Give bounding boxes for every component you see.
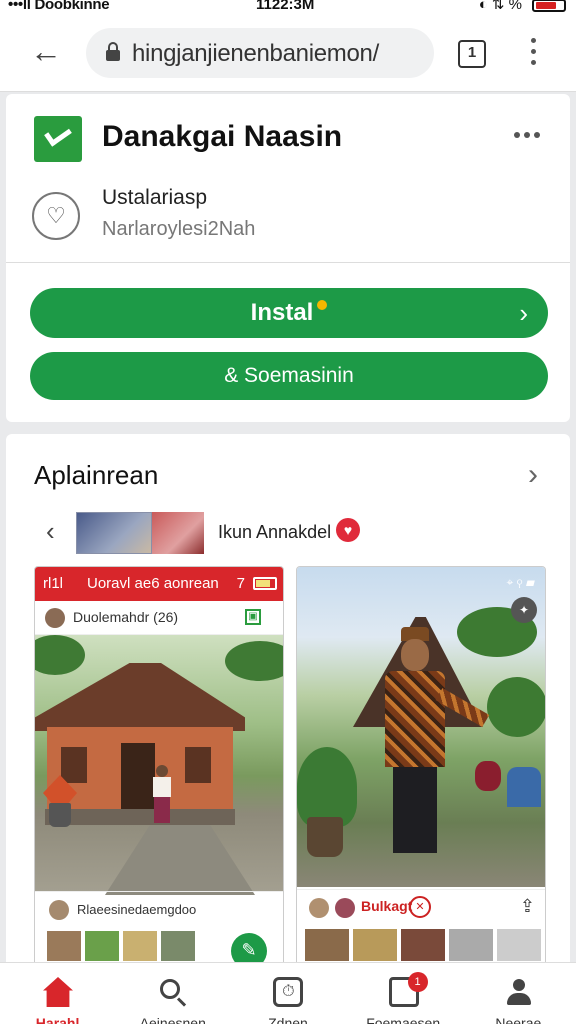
status-bar: •••ll Doobkinne 1122:3M ◐ ⇅ % bbox=[0, 0, 576, 14]
clock-time: 1122:3M bbox=[256, 0, 315, 13]
section-title: Aplainrean bbox=[34, 460, 159, 490]
screenshots-card: Aplainrean › ‹ Ikun Annakdel ♥ rl1l Uora… bbox=[6, 434, 570, 974]
status-indicators: ◐ ⇅ % bbox=[479, 0, 566, 12]
house-photo bbox=[35, 635, 283, 895]
screenshot-2[interactable]: ⌖ ⚲ ▰ ✦ Bulkagt ✕ ⇪ bbox=[296, 566, 546, 974]
tabs-button[interactable]: 1 bbox=[458, 40, 486, 68]
battery-icon bbox=[532, 0, 566, 12]
thumbnail-row bbox=[305, 929, 541, 961]
strip-label: Ikun Annakdel bbox=[218, 522, 332, 542]
badge-icon: ✕ bbox=[409, 896, 431, 918]
post-caption: Rlaeesinedaemgdoo bbox=[77, 902, 197, 917]
install-button-label: Instal bbox=[250, 299, 314, 326]
chevron-right-icon: › bbox=[519, 298, 528, 328]
app-bar-flag: 7 bbox=[236, 575, 245, 592]
nav-updates[interactable]: ⏱ Zdnen bbox=[230, 963, 345, 1024]
nav-search[interactable]: Aeinesnen bbox=[115, 963, 230, 1024]
avatar bbox=[335, 898, 355, 918]
thumbnail-image[interactable] bbox=[76, 512, 152, 554]
wishlist-heart-icon[interactable]: ♡ bbox=[32, 192, 80, 240]
screenshot-status-icons: ⌖ ⚲ ▰ bbox=[506, 575, 536, 589]
avatar bbox=[45, 608, 65, 628]
post-header: Duolemahdr (26) ▣ bbox=[35, 601, 283, 635]
post-author: Duolemahdr (26) bbox=[73, 609, 179, 625]
nav-home-label: Harahl bbox=[35, 1015, 80, 1024]
check-icon bbox=[44, 121, 72, 147]
share-icon: ⇪ bbox=[519, 896, 535, 916]
man-photo bbox=[297, 567, 545, 887]
app-logo bbox=[34, 116, 82, 162]
nav-messages-label: Foemaesen bbox=[366, 1015, 441, 1024]
carrier-label: •••ll Doobkinne bbox=[8, 0, 110, 13]
app-title: Danakgai Naasin bbox=[102, 120, 343, 153]
more-options-icon[interactable] bbox=[514, 132, 540, 138]
chevron-left-icon[interactable]: ‹ bbox=[46, 516, 55, 547]
browser-menu-icon[interactable] bbox=[528, 38, 540, 70]
nav-profile-label: Neerae bbox=[495, 1015, 542, 1024]
post-footer: Rlaeesinedaemgdoo bbox=[35, 891, 283, 927]
notification-badge: 1 bbox=[407, 972, 428, 992]
app-bar-title: Uoravl ae6 aonrean bbox=[87, 575, 219, 592]
pin-icon: ✦ bbox=[511, 597, 537, 623]
back-arrow-icon[interactable]: ← bbox=[30, 35, 66, 70]
bottom-navigation: Harahl Aeinesnen ⏱ Zdnen 1 Foemaesen Nee… bbox=[0, 962, 576, 1024]
address-bar[interactable]: hingjanjienenbaniemon/ bbox=[86, 28, 434, 78]
post-footer: Bulkagt ✕ ⇪ bbox=[297, 889, 545, 925]
divider bbox=[6, 262, 570, 263]
app-bar-left-text: rl1l bbox=[43, 575, 64, 592]
chat-icon: 1 bbox=[388, 972, 428, 1007]
clock-icon: ⏱ bbox=[273, 977, 304, 1007]
developer-name[interactable]: Ustalariasp bbox=[102, 186, 207, 210]
status-indicators-text: ◐ ⇅ % bbox=[478, 0, 522, 13]
lock-icon bbox=[106, 42, 120, 62]
home-icon bbox=[43, 977, 73, 1007]
nav-updates-label: Zdnen bbox=[268, 1015, 308, 1024]
browser-toolbar: ← hingjanjienenbaniemon/ 1 bbox=[0, 14, 576, 92]
nav-search-label: Aeinesnen bbox=[139, 1015, 206, 1024]
chevron-right-icon[interactable]: › bbox=[528, 458, 538, 492]
developer-subtitle: Narlaroylesi2Nah bbox=[102, 218, 256, 240]
nav-messages[interactable]: 1 Foemaesen bbox=[346, 963, 461, 1024]
search-icon bbox=[158, 977, 188, 1007]
secondary-action-button[interactable]: & Soemasinin bbox=[30, 352, 548, 400]
screenshot-app-bar: rl1l Uoravl ae6 aonrean 7 bbox=[35, 567, 283, 601]
heart-icon[interactable]: ♥ bbox=[336, 518, 360, 542]
user-icon bbox=[504, 977, 534, 1007]
battery-icon bbox=[253, 577, 277, 590]
app-info-card: Danakgai Naasin ♡ Ustalariasp Narlaroyle… bbox=[6, 94, 570, 422]
status-dot-icon bbox=[317, 300, 328, 310]
install-button[interactable]: Instal › bbox=[30, 288, 548, 338]
screenshot-1[interactable]: rl1l Uoravl ae6 aonrean 7 Duolemahdr (26… bbox=[34, 566, 284, 974]
avatar bbox=[49, 900, 69, 920]
url-text[interactable]: hingjanjienenbaniemon/ bbox=[132, 40, 379, 68]
thumbnail-row bbox=[47, 931, 195, 961]
nav-profile[interactable]: Neerae bbox=[461, 963, 576, 1024]
post-caption: Bulkagt bbox=[361, 898, 413, 914]
nav-home[interactable]: Harahl bbox=[0, 963, 115, 1024]
thumbnail-image[interactable] bbox=[152, 512, 204, 554]
grid-icon: ▣ bbox=[245, 609, 261, 625]
avatar bbox=[309, 898, 329, 918]
